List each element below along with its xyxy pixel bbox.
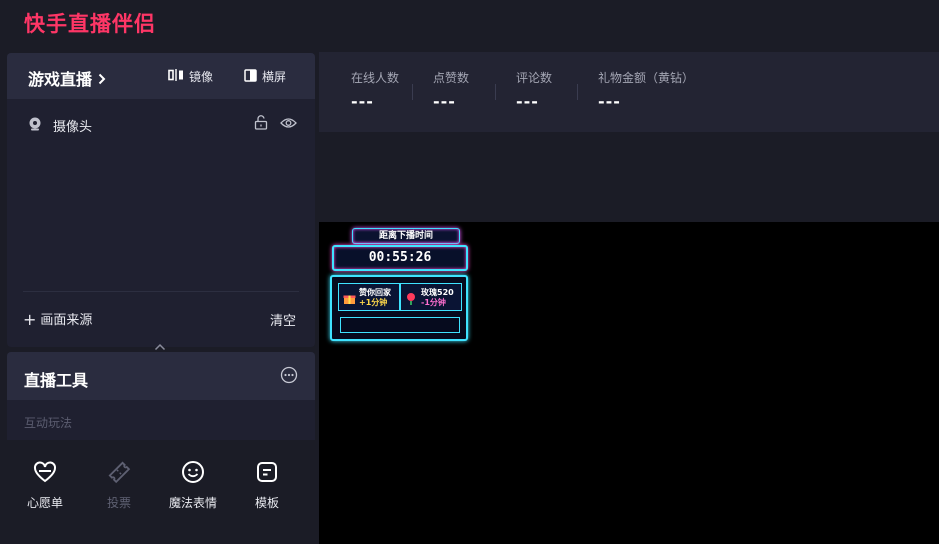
stat-label: 点赞数 (433, 71, 470, 85)
app-title: 快手直播伴侣 (24, 12, 156, 36)
scene-selector[interactable]: 游戏直播 (28, 66, 106, 90)
eye-icon[interactable] (280, 115, 297, 134)
tool-label: 模板 (254, 496, 279, 510)
camera-icon (28, 116, 42, 135)
landscape-label: 横屏 (262, 70, 287, 84)
widget-body: 赞你回家 +1分钟 玫瑰520 -1分钟 (330, 275, 468, 341)
plus-icon: + (23, 310, 37, 329)
stat-value: --- (433, 92, 456, 111)
chevron-right-icon (98, 70, 106, 89)
ticket-icon (84, 458, 154, 486)
countdown-widget[interactable]: 距离下播时间 00:55:26 赞你回家 +1分钟 玫瑰520 -1分钟 (330, 228, 470, 341)
tools-header: 直播工具 (7, 352, 315, 400)
stat-value: --- (351, 92, 374, 111)
stat-label: 礼物金额（黄钻） (598, 71, 695, 85)
tool-magic-emoji[interactable]: 魔法表情 (158, 458, 228, 511)
stat-divider (412, 84, 413, 100)
scene-title: 游戏直播 (28, 70, 93, 89)
widget-tag: 距离下播时间 (352, 228, 460, 244)
divider (23, 291, 299, 292)
stat-divider (495, 84, 496, 100)
rose-icon (405, 290, 417, 309)
more-options-icon[interactable] (280, 366, 298, 388)
landscape-icon (244, 68, 257, 85)
stat-value: --- (598, 92, 621, 111)
section-label: 互动玩法 (24, 416, 73, 430)
tool-wishlist[interactable]: 心愿单 (10, 458, 80, 511)
tool-label: 投票 (106, 496, 131, 510)
stat-likes: 点赞数 --- (433, 69, 469, 111)
clear-button[interactable]: 清空 (270, 310, 296, 329)
source-item-camera[interactable]: 摄像头 (7, 109, 315, 137)
stat-divider (577, 84, 578, 100)
widget-cell-sub: -1分钟 (421, 298, 446, 307)
stat-comments: 评论数 --- (516, 69, 552, 111)
stat-value: --- (516, 92, 539, 111)
stats-bar: 在线人数 --- 点赞数 --- 评论数 --- 礼物金额（黄钻） --- (319, 52, 939, 132)
widget-cell-sub: +1分钟 (359, 298, 388, 307)
mirror-icon (168, 69, 184, 84)
unlock-icon[interactable] (254, 115, 268, 134)
stat-online: 在线人数 --- (351, 69, 399, 111)
mirror-button[interactable]: 镜像 (168, 68, 213, 85)
tools-panel: 直播工具 互动玩法 心愿单 投票 魔法表情 模板 (7, 352, 315, 544)
widget-cell: 玫瑰520 -1分钟 (400, 283, 462, 311)
preview-header-area (319, 132, 939, 222)
scene-panel: 游戏直播 镜像 横屏 摄像头 + 画面来源 清空 (7, 53, 315, 347)
landscape-button[interactable]: 横屏 (244, 68, 286, 85)
stat-gifts: 礼物金额（黄钻） --- (598, 69, 694, 111)
widget-progress-bar (340, 317, 460, 333)
source-label: 摄像头 (53, 120, 93, 135)
tool-template[interactable]: 模板 (232, 458, 302, 511)
stat-label: 评论数 (516, 71, 553, 85)
tool-strip: 心愿单 投票 魔法表情 模板 (7, 440, 315, 544)
add-source-button[interactable]: + 画面来源 (23, 309, 93, 329)
mirror-label: 镜像 (189, 70, 214, 84)
heart-gift-icon (10, 458, 80, 486)
stat-label: 在线人数 (351, 71, 400, 85)
add-source-label: 画面来源 (40, 313, 93, 328)
tool-label: 魔法表情 (168, 496, 217, 510)
widget-cell: 赞你回家 +1分钟 (338, 283, 400, 311)
gift-icon (343, 290, 356, 309)
template-icon (232, 458, 302, 486)
smiley-icon (158, 458, 228, 486)
tool-label: 心愿单 (26, 496, 63, 510)
scene-header: 游戏直播 镜像 横屏 (7, 53, 315, 99)
tools-title: 直播工具 (24, 371, 89, 390)
countdown-timer: 00:55:26 (332, 245, 468, 271)
tool-vote[interactable]: 投票 (84, 458, 154, 511)
